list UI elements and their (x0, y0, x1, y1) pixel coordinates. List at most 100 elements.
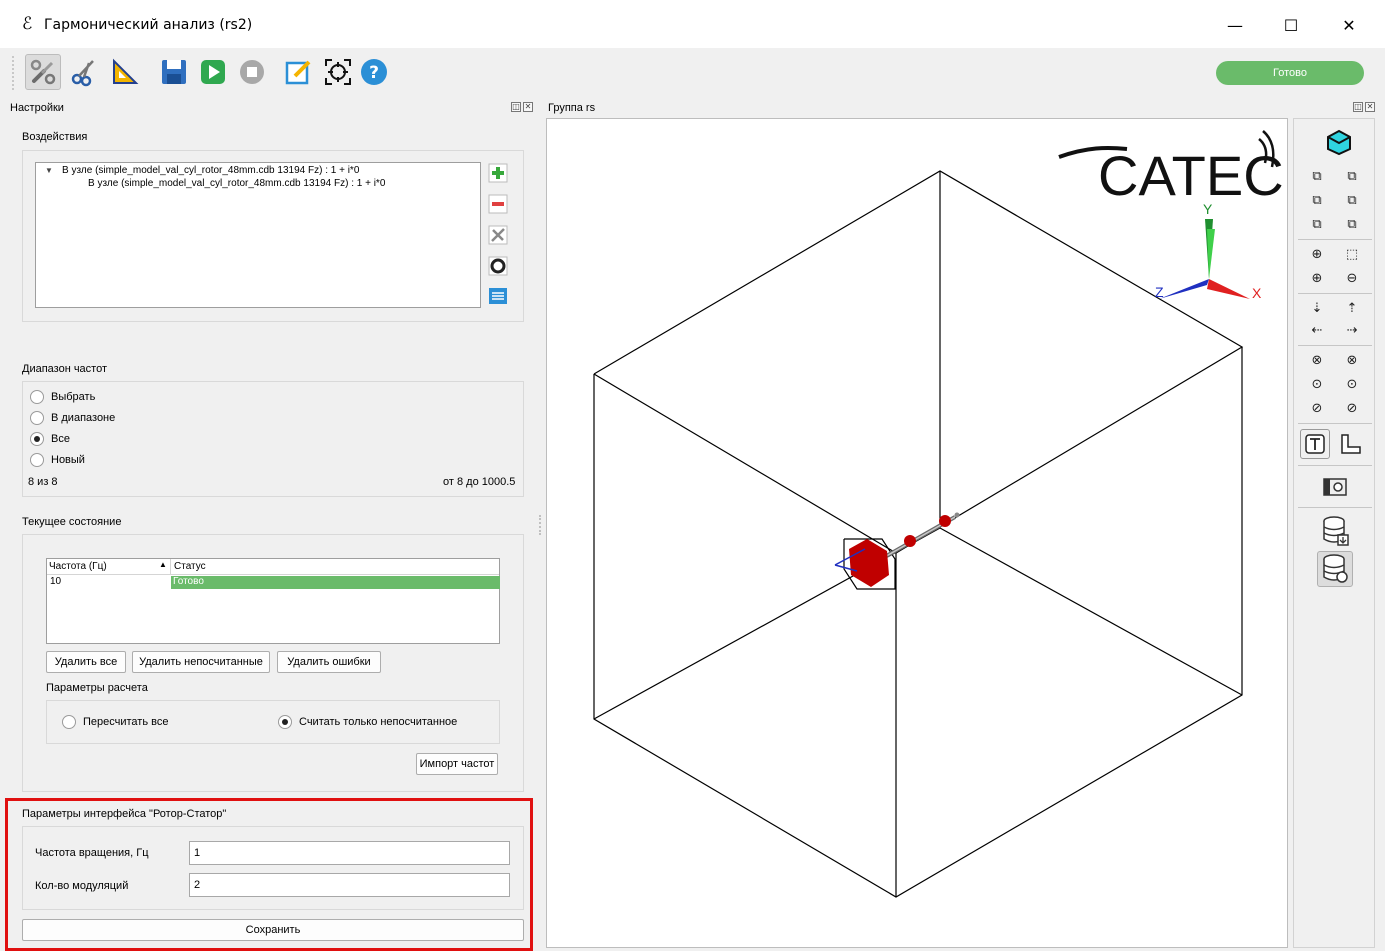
axis-y-label: Y (1203, 201, 1213, 217)
run-button[interactable] (195, 54, 231, 90)
table-row[interactable]: 10 Готово (47, 576, 500, 589)
view-toolbar: ⧉ ⧉ ⧉ ⧉ ⧉ ⧉ ⊕ ⬚ ⊕ ⊖ ⇣ ⇡ ⇠ ⇢ ⊗ ⊗ ⊙ ⊙ ⊘ ⊘ (1293, 118, 1375, 948)
axis-z-label: Z (1155, 284, 1164, 300)
cut-button[interactable] (66, 54, 102, 90)
view-bottom-icon[interactable]: ⧉ (1341, 213, 1363, 235)
view-back-icon[interactable]: ⧉ (1341, 165, 1363, 187)
float-icon[interactable]: ◫ (1353, 102, 1363, 112)
edit-button[interactable] (280, 54, 316, 90)
play-icon (201, 60, 225, 84)
radio-in-range[interactable]: В диапазоне (30, 411, 115, 425)
zoom-out-icon[interactable]: ⊖ (1341, 267, 1363, 289)
ring-button[interactable] (487, 255, 509, 277)
cell-status: Готово (171, 576, 500, 589)
table-view-button[interactable] (487, 285, 509, 307)
rotate-x-pos-icon[interactable]: ⊗ (1341, 349, 1363, 371)
pan-down-icon[interactable]: ⇣ (1306, 297, 1328, 319)
database-refresh-icon[interactable] (1317, 551, 1353, 587)
radio-select[interactable]: Выбрать (30, 390, 95, 404)
list-item[interactable]: В узле (simple_model_val_cyl_rotor_48mm.… (62, 165, 359, 176)
edit-action-button[interactable] (487, 224, 509, 246)
pan-left-icon[interactable]: ⇠ (1306, 319, 1328, 341)
import-frequencies-button[interactable]: Импорт частот (416, 753, 498, 775)
highlight-frame (5, 798, 533, 951)
close-button[interactable]: ✕ (1326, 10, 1372, 40)
iso-view-icon[interactable] (1324, 127, 1354, 157)
column-header-status[interactable]: Статус (174, 561, 206, 572)
expand-arrow-icon[interactable]: ▼ (45, 166, 53, 175)
actions-label: Воздействия (22, 131, 88, 143)
ring-icon (488, 256, 508, 276)
toolbar-grip[interactable] (12, 56, 18, 90)
axis-toggle-icon[interactable] (1336, 429, 1366, 459)
maximize-button[interactable]: ☐ (1268, 10, 1314, 40)
close-dock-icon[interactable]: ✕ (1365, 102, 1375, 112)
text-toggle-icon[interactable] (1300, 429, 1330, 459)
table-header: Частота (Гц) ▲ Статус (47, 559, 499, 575)
cut-icon (71, 60, 94, 87)
delete-errors-button[interactable]: Удалить ошибки (277, 651, 381, 673)
settings-icon (30, 59, 56, 85)
calc-params-label: Параметры расчета (46, 682, 148, 694)
minimize-button[interactable]: — (1212, 10, 1258, 40)
svg-text:?: ? (369, 63, 379, 83)
stop-icon (240, 60, 264, 84)
stop-button[interactable] (234, 54, 270, 90)
help-button[interactable]: ? (356, 54, 392, 90)
settings-button[interactable] (25, 54, 61, 90)
column-header-frequency[interactable]: Частота (Гц) (49, 561, 107, 572)
rotate-z-neg-icon[interactable]: ⊘ (1306, 397, 1328, 419)
delete-all-button[interactable]: Удалить все (46, 651, 126, 673)
rotate-y-neg-icon[interactable]: ⊙ (1306, 373, 1328, 395)
edit-icon (285, 60, 311, 85)
remove-action-button[interactable] (487, 193, 509, 215)
delete-uncomputed-button[interactable]: Удалить непосчитанные (132, 651, 270, 673)
save-button[interactable] (156, 54, 192, 90)
freq-count: 8 из 8 (28, 476, 58, 488)
sort-arrow-icon: ▲ (159, 560, 167, 569)
model-view: CATEC Y X Z (593, 130, 1284, 898)
actions-list[interactable]: ▼ В узле (simple_model_val_cyl_rotor_48m… (35, 162, 481, 308)
freq-range-label: Диапазон частот (22, 363, 108, 375)
plus-icon (488, 163, 508, 183)
title-bar: ℰ Гармонический анализ (rs2) — ☐ ✕ (0, 0, 1385, 48)
current-state-label: Текущее состояние (22, 516, 122, 528)
3d-viewport[interactable]: CATEC Y X Z (546, 118, 1288, 948)
freq-range-span: от 8 до 1000.5 (443, 476, 516, 488)
ruler-button[interactable] (107, 54, 143, 90)
float-icon[interactable]: ◫ (511, 102, 521, 112)
axis-triad: Y X Z (1155, 201, 1262, 301)
radio-all[interactable]: Все (30, 432, 70, 446)
zoom-fit-icon[interactable]: ⊕ (1306, 243, 1328, 265)
cell-frequency: 10 (50, 576, 62, 587)
close-dock-icon[interactable]: ✕ (523, 102, 533, 112)
pan-right-icon[interactable]: ⇢ (1341, 319, 1363, 341)
minus-icon (488, 194, 508, 214)
rotate-x-neg-icon[interactable]: ⊗ (1306, 349, 1328, 371)
view-left-icon[interactable]: ⧉ (1306, 189, 1328, 211)
dock-splitter[interactable] (539, 515, 541, 535)
rotate-z-pos-icon[interactable]: ⊘ (1341, 397, 1363, 419)
zoom-in-icon[interactable]: ⊕ (1306, 267, 1328, 289)
window-title: Гармонический анализ (rs2) (44, 17, 253, 33)
table-icon (489, 288, 507, 304)
view-front-icon[interactable]: ⧉ (1306, 165, 1328, 187)
radio-recalc-all[interactable]: Пересчитать все (62, 715, 168, 729)
view-right-icon[interactable]: ⧉ (1341, 189, 1363, 211)
rotate-y-pos-icon[interactable]: ⊙ (1341, 373, 1363, 395)
radio-new[interactable]: Новый (30, 453, 85, 467)
select-frame-button[interactable] (320, 54, 356, 90)
list-item[interactable]: В узле (simple_model_val_cyl_rotor_48mm.… (88, 178, 385, 189)
status-indicator: Готово (1216, 61, 1364, 85)
database-export-icon[interactable] (1317, 513, 1353, 549)
view-top-icon[interactable]: ⧉ (1306, 213, 1328, 235)
select-frame-icon (325, 59, 351, 85)
radio-compute-uncomputed[interactable]: Считать только непосчитанное (278, 715, 457, 729)
zoom-box-icon[interactable]: ⬚ (1341, 243, 1363, 265)
frequency-table[interactable]: Частота (Гц) ▲ Статус 10 Готово (46, 558, 500, 644)
pan-up-icon[interactable]: ⇡ (1341, 297, 1363, 319)
add-action-button[interactable] (487, 162, 509, 184)
triangle-ruler-icon (113, 58, 139, 84)
tools-icon (488, 225, 508, 245)
screenshot-icon[interactable] (1320, 471, 1350, 501)
